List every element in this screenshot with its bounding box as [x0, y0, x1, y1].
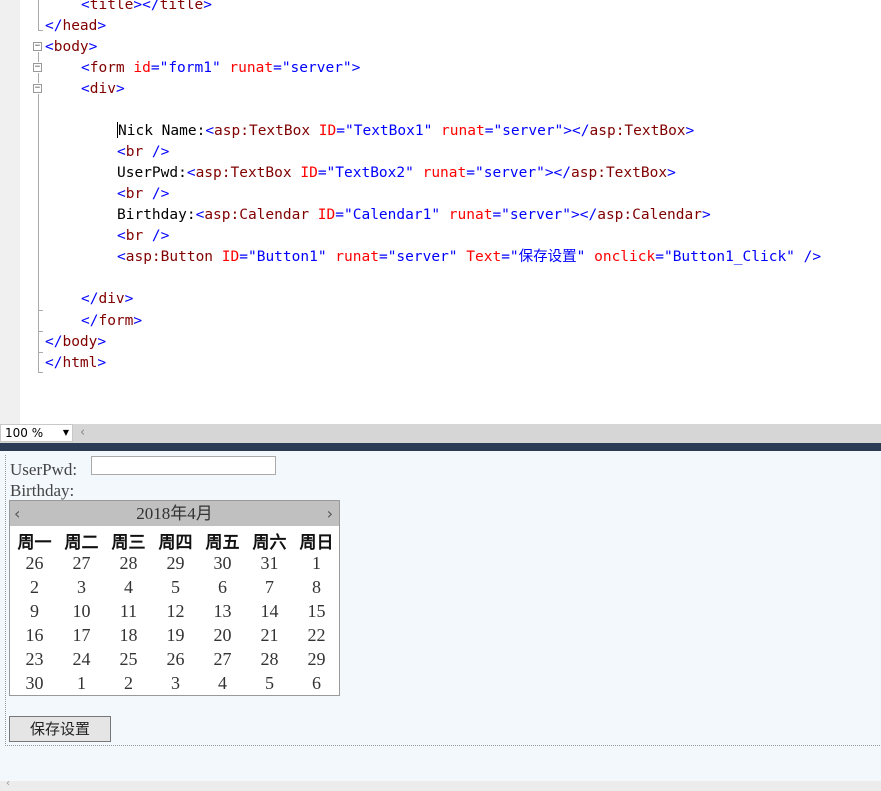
- fold-toggle-div[interactable]: −: [33, 84, 42, 93]
- calendar-weekday-header: 周二: [64, 533, 99, 553]
- calendar-day[interactable]: 25: [105, 649, 152, 670]
- calendar-day[interactable]: 29: [293, 649, 340, 670]
- fold-line: [38, 310, 43, 311]
- code-line-button: <asp:Button ID="Button1" runat="server" …: [117, 249, 822, 265]
- code-line-body-open: <body>: [45, 39, 98, 55]
- userpwd-textbox[interactable]: [91, 456, 276, 475]
- calendar-day[interactable]: 11: [105, 601, 152, 622]
- code-line-textbox1: Nick Name:<asp:TextBox ID="TextBox1" run…: [117, 122, 695, 139]
- fold-line: [38, 352, 43, 353]
- code-line-head-close: </head>: [45, 18, 107, 34]
- calendar-day[interactable]: 6: [293, 673, 340, 694]
- calendar-day[interactable]: 4: [199, 673, 246, 694]
- calendar-weekday-header: 周五: [205, 533, 240, 553]
- code-line-form-close: </form>: [81, 313, 143, 329]
- code-line-br: <br />: [117, 144, 170, 160]
- calendar-weekday-header: 周六: [252, 533, 287, 553]
- birthday-label: Birthday:: [10, 481, 75, 500]
- calendar-day[interactable]: 26: [152, 649, 199, 670]
- calendar-day[interactable]: 1: [58, 673, 105, 694]
- code-line-form-open: <form id="form1" runat="server">: [81, 60, 361, 76]
- calendar-day[interactable]: 18: [105, 625, 152, 646]
- calendar-day[interactable]: 19: [152, 625, 199, 646]
- calendar-weekday-header: 周三: [111, 533, 146, 553]
- calendar-day[interactable]: 31: [246, 553, 293, 574]
- fold-line: [38, 30, 43, 31]
- fold-line: [38, 372, 43, 373]
- code-line-body-close: </body>: [45, 334, 107, 350]
- calendar-day[interactable]: 27: [199, 649, 246, 670]
- calendar-day[interactable]: 14: [246, 601, 293, 622]
- calendar-next-month-icon[interactable]: ›: [327, 501, 333, 526]
- calendar-prev-month-icon[interactable]: ‹: [14, 501, 20, 526]
- fold-line: [38, 73, 39, 83]
- zoom-dropdown[interactable]: 100 % ▼: [0, 424, 73, 442]
- scroll-left-icon[interactable]: ‹: [80, 425, 85, 440]
- calendar-day[interactable]: 23: [11, 649, 58, 670]
- calendar-title: 2018年4月: [10, 501, 339, 526]
- calendar-day[interactable]: 2: [11, 577, 58, 598]
- calendar-day[interactable]: 7: [246, 577, 293, 598]
- calendar-day[interactable]: 30: [199, 553, 246, 574]
- design-view-header-bar: [0, 443, 881, 451]
- calendar-day[interactable]: 10: [58, 601, 105, 622]
- calendar-day[interactable]: 16: [11, 625, 58, 646]
- calendar-day[interactable]: 29: [152, 553, 199, 574]
- calendar-day[interactable]: 5: [246, 673, 293, 694]
- calendar-day[interactable]: 30: [11, 673, 58, 694]
- calendar-weekday-header: 周日: [299, 533, 334, 553]
- calendar-day[interactable]: 28: [246, 649, 293, 670]
- scroll-left-icon[interactable]: ‹: [6, 778, 10, 789]
- save-settings-button[interactable]: 保存设置: [9, 716, 111, 742]
- calendar-day[interactable]: 5: [152, 577, 199, 598]
- fold-toggle-form[interactable]: −: [33, 63, 42, 72]
- calendar-day[interactable]: 8: [293, 577, 340, 598]
- calendar-day[interactable]: 28: [105, 553, 152, 574]
- calendar-day[interactable]: 6: [199, 577, 246, 598]
- horizontal-scrollbar[interactable]: ‹: [0, 778, 881, 791]
- code-line-br: <br />: [117, 186, 170, 202]
- fold-line: [38, 0, 39, 30]
- birthday-calendar[interactable]: 2018年4月 ‹ › 周一 周二 周三 周四 周五 周六 周日 26 27 28 29 30 31 1…: [9, 500, 340, 696]
- calendar-day[interactable]: 12: [152, 601, 199, 622]
- calendar-day[interactable]: 3: [58, 577, 105, 598]
- calendar-weekday-header: 周四: [158, 533, 193, 553]
- code-line-br: <br />: [117, 228, 170, 244]
- calendar-day[interactable]: 3: [152, 673, 199, 694]
- calendar-day[interactable]: 4: [105, 577, 152, 598]
- calendar-day[interactable]: 21: [246, 625, 293, 646]
- calendar-weekday-header: 周一: [17, 533, 52, 553]
- calendar-day[interactable]: 27: [58, 553, 105, 574]
- calendar-day[interactable]: 1: [293, 553, 340, 574]
- calendar-day[interactable]: 15: [293, 601, 340, 622]
- calendar-day[interactable]: 20: [199, 625, 246, 646]
- code-line-div-open: <div>: [81, 81, 125, 97]
- zoom-value: 100 %: [5, 426, 44, 440]
- calendar-day[interactable]: 9: [11, 601, 58, 622]
- editor-gutter: [0, 0, 20, 424]
- editor-status-bar: 100 % ▼ ‹: [0, 424, 881, 443]
- code-line-title: <title></title>: [81, 0, 212, 13]
- code-line-textbox2: UserPwd:<asp:TextBox ID="TextBox2" runat…: [117, 165, 676, 181]
- code-editor[interactable]: − − − <title></title> </head> <body> <fo…: [0, 0, 881, 424]
- calendar-day[interactable]: 17: [58, 625, 105, 646]
- calendar-day[interactable]: 26: [11, 553, 58, 574]
- calendar-day[interactable]: 22: [293, 625, 340, 646]
- code-line-div-close: </div>: [81, 291, 134, 307]
- fold-line: [38, 52, 39, 62]
- fold-toggle-body[interactable]: −: [33, 42, 42, 51]
- fold-line: [38, 331, 43, 332]
- chevron-down-icon: ▼: [62, 428, 69, 437]
- userpwd-label: UserPwd:: [10, 460, 78, 479]
- code-line-calendar: Birthday:<asp:Calendar ID="Calendar1" ru…: [117, 207, 711, 223]
- code-line-html-close: </html>: [45, 355, 107, 371]
- calendar-day[interactable]: 2: [105, 673, 152, 694]
- calendar-day[interactable]: 24: [58, 649, 105, 670]
- calendar-day[interactable]: 13: [199, 601, 246, 622]
